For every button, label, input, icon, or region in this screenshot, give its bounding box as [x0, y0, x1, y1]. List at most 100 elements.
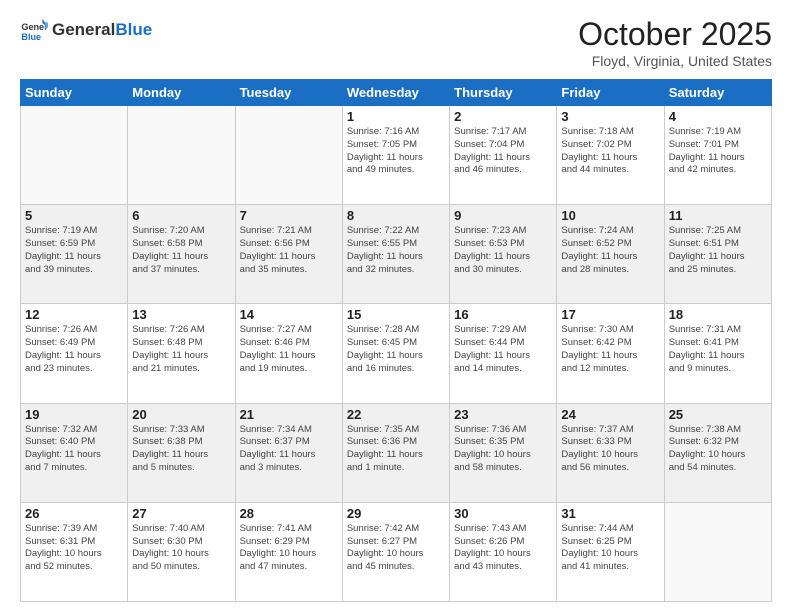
day-info: Sunrise: 7:31 AM Sunset: 6:41 PM Dayligh… [669, 324, 767, 375]
calendar-cell-w2-d0: 5Sunrise: 7:19 AM Sunset: 6:59 PM Daylig… [21, 205, 128, 304]
calendar-cell-w1-d2 [235, 106, 342, 205]
calendar-cell-w4-d4: 23 Sunrise: 7:36 AM Sunset: 6:35 PM Dayli… [450, 403, 557, 502]
calendar-cell-w5-d1: 27 Sunrise: 7:40 AM Sunset: 6:30 PM Dayli… [128, 502, 235, 601]
calendar-week-4: 19Sunrise: 7:32 AM Sunset: 6:40 PM Dayli… [21, 403, 772, 502]
day-number: 1 [347, 109, 445, 124]
col-thursday: Thursday [450, 80, 557, 106]
calendar-cell-w1-d4: 2Sunrise: 7:17 AM Sunset: 7:04 PM Daylig… [450, 106, 557, 205]
calendar-cell-w4-d3: 22 Sunrise: 7:35 AM Sunset: 6:36 PM Dayli… [342, 403, 449, 502]
day-info: Sunrise: 7:17 AM Sunset: 7:04 PM Dayligh… [454, 126, 552, 177]
calendar-cell-w5-d3: 29 Sunrise: 7:42 AM Sunset: 6:27 PM Dayli… [342, 502, 449, 601]
day-number: 19 [25, 407, 123, 422]
calendar-cell-w1-d5: 3 Sunrise: 7:18 AM Sunset: 7:02 PM Daylig… [557, 106, 664, 205]
svg-text:Blue: Blue [21, 32, 41, 42]
calendar-cell-w5-d6 [664, 502, 771, 601]
col-sunday: Sunday [21, 80, 128, 106]
day-number: 18 [669, 307, 767, 322]
calendar-cell-w4-d0: 19Sunrise: 7:32 AM Sunset: 6:40 PM Dayli… [21, 403, 128, 502]
day-info: Sunrise: 7:35 AM Sunset: 6:36 PM Dayligh… [347, 424, 445, 475]
day-info: Sunrise: 7:43 AM Sunset: 6:26 PM Dayligh… [454, 523, 552, 574]
calendar-cell-w2-d2: 7Sunrise: 7:21 AM Sunset: 6:56 PM Daylig… [235, 205, 342, 304]
day-info: Sunrise: 7:41 AM Sunset: 6:29 PM Dayligh… [240, 523, 338, 574]
day-number: 8 [347, 208, 445, 223]
day-info: Sunrise: 7:30 AM Sunset: 6:42 PM Dayligh… [561, 324, 659, 375]
day-info: Sunrise: 7:42 AM Sunset: 6:27 PM Dayligh… [347, 523, 445, 574]
day-number: 4 [669, 109, 767, 124]
day-info: Sunrise: 7:26 AM Sunset: 6:49 PM Dayligh… [25, 324, 123, 375]
calendar-week-2: 5Sunrise: 7:19 AM Sunset: 6:59 PM Daylig… [21, 205, 772, 304]
day-number: 6 [132, 208, 230, 223]
day-number: 12 [25, 307, 123, 322]
col-monday: Monday [128, 80, 235, 106]
day-info: Sunrise: 7:39 AM Sunset: 6:31 PM Dayligh… [25, 523, 123, 574]
day-number: 11 [669, 208, 767, 223]
header: General Blue GeneralBlue October 2025 Fl… [20, 16, 772, 69]
day-number: 5 [25, 208, 123, 223]
day-info: Sunrise: 7:20 AM Sunset: 6:58 PM Dayligh… [132, 225, 230, 276]
day-number: 9 [454, 208, 552, 223]
day-number: 10 [561, 208, 659, 223]
calendar-cell-w3-d2: 14 Sunrise: 7:27 AM Sunset: 6:46 PM Dayli… [235, 304, 342, 403]
day-info: Sunrise: 7:16 AM Sunset: 7:05 PM Dayligh… [347, 126, 445, 177]
day-number: 17 [561, 307, 659, 322]
logo-icon: General Blue [20, 16, 48, 44]
day-number: 22 [347, 407, 445, 422]
day-number: 21 [240, 407, 338, 422]
calendar-cell-w3-d0: 12 Sunrise: 7:26 AM Sunset: 6:49 PM Dayli… [21, 304, 128, 403]
location: Floyd, Virginia, United States [578, 53, 772, 69]
calendar-cell-w5-d0: 26 Sunrise: 7:39 AM Sunset: 6:31 PM Dayli… [21, 502, 128, 601]
day-number: 25 [669, 407, 767, 422]
calendar-cell-w3-d5: 17 Sunrise: 7:30 AM Sunset: 6:42 PM Dayli… [557, 304, 664, 403]
day-info: Sunrise: 7:22 AM Sunset: 6:55 PM Dayligh… [347, 225, 445, 276]
day-info: Sunrise: 7:27 AM Sunset: 6:46 PM Dayligh… [240, 324, 338, 375]
calendar-cell-w3-d3: 15Sunrise: 7:28 AM Sunset: 6:45 PM Dayli… [342, 304, 449, 403]
day-number: 23 [454, 407, 552, 422]
calendar-cell-w4-d5: 24 Sunrise: 7:37 AM Sunset: 6:33 PM Dayli… [557, 403, 664, 502]
calendar-cell-w1-d1 [128, 106, 235, 205]
day-info: Sunrise: 7:34 AM Sunset: 6:37 PM Dayligh… [240, 424, 338, 475]
calendar-cell-w5-d2: 28 Sunrise: 7:41 AM Sunset: 6:29 PM Dayli… [235, 502, 342, 601]
day-number: 24 [561, 407, 659, 422]
calendar-cell-w2-d4: 9 Sunrise: 7:23 AM Sunset: 6:53 PM Daylig… [450, 205, 557, 304]
calendar-cell-w2-d6: 11 Sunrise: 7:25 AM Sunset: 6:51 PM Dayli… [664, 205, 771, 304]
day-info: Sunrise: 7:40 AM Sunset: 6:30 PM Dayligh… [132, 523, 230, 574]
day-number: 29 [347, 506, 445, 521]
day-info: Sunrise: 7:25 AM Sunset: 6:51 PM Dayligh… [669, 225, 767, 276]
day-number: 14 [240, 307, 338, 322]
calendar-cell-w3-d1: 13Sunrise: 7:26 AM Sunset: 6:48 PM Dayli… [128, 304, 235, 403]
day-info: Sunrise: 7:33 AM Sunset: 6:38 PM Dayligh… [132, 424, 230, 475]
day-info: Sunrise: 7:44 AM Sunset: 6:25 PM Dayligh… [561, 523, 659, 574]
day-number: 28 [240, 506, 338, 521]
calendar-body: 1 Sunrise: 7:16 AM Sunset: 7:05 PM Daylig… [21, 106, 772, 602]
calendar-cell-w3-d6: 18 Sunrise: 7:31 AM Sunset: 6:41 PM Dayli… [664, 304, 771, 403]
day-number: 31 [561, 506, 659, 521]
day-info: Sunrise: 7:26 AM Sunset: 6:48 PM Dayligh… [132, 324, 230, 375]
calendar-cell-w1-d3: 1 Sunrise: 7:16 AM Sunset: 7:05 PM Daylig… [342, 106, 449, 205]
day-info: Sunrise: 7:21 AM Sunset: 6:56 PM Dayligh… [240, 225, 338, 276]
day-number: 3 [561, 109, 659, 124]
col-saturday: Saturday [664, 80, 771, 106]
calendar-cell-w4-d1: 20Sunrise: 7:33 AM Sunset: 6:38 PM Dayli… [128, 403, 235, 502]
calendar-cell-w5-d4: 30Sunrise: 7:43 AM Sunset: 6:26 PM Dayli… [450, 502, 557, 601]
day-info: Sunrise: 7:29 AM Sunset: 6:44 PM Dayligh… [454, 324, 552, 375]
calendar-cell-w2-d5: 10Sunrise: 7:24 AM Sunset: 6:52 PM Dayli… [557, 205, 664, 304]
col-friday: Friday [557, 80, 664, 106]
day-number: 27 [132, 506, 230, 521]
calendar-week-3: 12 Sunrise: 7:26 AM Sunset: 6:49 PM Dayli… [21, 304, 772, 403]
logo: General Blue GeneralBlue [20, 16, 152, 44]
day-info: Sunrise: 7:19 AM Sunset: 7:01 PM Dayligh… [669, 126, 767, 177]
calendar-cell-w4-d2: 21 Sunrise: 7:34 AM Sunset: 6:37 PM Dayli… [235, 403, 342, 502]
day-info: Sunrise: 7:36 AM Sunset: 6:35 PM Dayligh… [454, 424, 552, 475]
day-info: Sunrise: 7:23 AM Sunset: 6:53 PM Dayligh… [454, 225, 552, 276]
day-info: Sunrise: 7:38 AM Sunset: 6:32 PM Dayligh… [669, 424, 767, 475]
day-number: 26 [25, 506, 123, 521]
day-number: 15 [347, 307, 445, 322]
calendar-cell-w3-d4: 16Sunrise: 7:29 AM Sunset: 6:44 PM Dayli… [450, 304, 557, 403]
calendar-cell-w1-d6: 4 Sunrise: 7:19 AM Sunset: 7:01 PM Daylig… [664, 106, 771, 205]
calendar-cell-w4-d6: 25 Sunrise: 7:38 AM Sunset: 6:32 PM Dayli… [664, 403, 771, 502]
col-wednesday: Wednesday [342, 80, 449, 106]
logo-blue: Blue [115, 20, 152, 39]
calendar-cell-w1-d0 [21, 106, 128, 205]
day-info: Sunrise: 7:37 AM Sunset: 6:33 PM Dayligh… [561, 424, 659, 475]
day-info: Sunrise: 7:18 AM Sunset: 7:02 PM Dayligh… [561, 126, 659, 177]
